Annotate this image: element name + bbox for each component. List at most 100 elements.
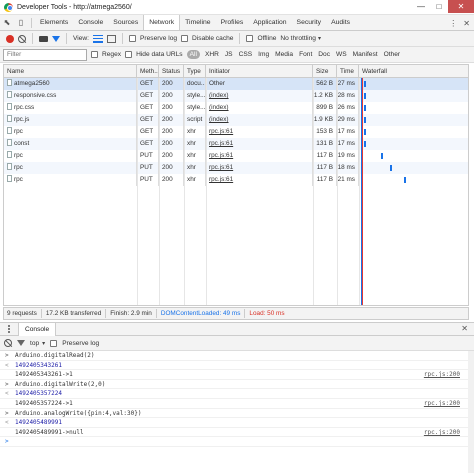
large-rows-icon[interactable] (93, 34, 104, 43)
console-line-log: 1492405357224->1 rpc.js:200 (0, 399, 474, 409)
minimize-button[interactable]: — (412, 0, 430, 13)
tab-profiles[interactable]: Profiles (216, 15, 249, 30)
cell-time: 17 ms (337, 138, 359, 150)
cell-initiator[interactable]: rpc.js:61 (206, 150, 313, 162)
cell-initiator[interactable]: rpc.js:61 (206, 162, 313, 174)
table-row[interactable]: rpc PUT 200 xhr rpc.js:61 117 B 21 ms (4, 174, 468, 186)
table-row[interactable]: rpc.css GET 200 style... (index) 899 B 26 ms (4, 102, 468, 114)
filter-type-media[interactable]: Media (274, 51, 294, 58)
cell-status: 200 (159, 102, 184, 114)
filter-type-css[interactable]: CSS (238, 51, 254, 58)
tab-console[interactable]: Console (73, 15, 108, 30)
device-mode-icon[interactable]: ▯ (14, 16, 28, 30)
filter-type-xhr[interactable]: XHR (204, 51, 220, 58)
cell-initiator[interactable]: rpc.js:61 (206, 126, 313, 138)
cell-initiator[interactable]: (index) (206, 102, 313, 114)
table-row[interactable]: rpc PUT 200 xhr rpc.js:61 117 B 19 ms (4, 150, 468, 162)
column-type[interactable]: Type (184, 65, 206, 78)
inspect-element-icon[interactable]: ⬉ (0, 16, 14, 30)
more-options-icon[interactable]: ⋮ (449, 19, 457, 28)
filter-type-ws[interactable]: WS (335, 51, 348, 58)
clear-icon[interactable] (18, 34, 26, 43)
filter-type-doc[interactable]: Doc (317, 51, 331, 58)
source-link[interactable]: rpc.js:200 (424, 399, 460, 409)
cell-name: responsive.css (4, 90, 137, 102)
disable-cache-checkbox[interactable] (181, 35, 189, 42)
window-title: Developer Tools - http://atmega2560/ (17, 3, 132, 11)
transferred-size: 17.2 KB transferred (45, 310, 102, 317)
tab-sources[interactable]: Sources (108, 15, 143, 30)
tab-application[interactable]: Application (248, 15, 291, 30)
filter-type-all[interactable]: All (186, 50, 200, 59)
console-output[interactable]: > Arduino.digitalRead(2) <1492405343261 149… (0, 351, 474, 473)
file-icon (7, 151, 12, 158)
regex-checkbox[interactable] (91, 51, 98, 58)
divider (359, 78, 360, 305)
tab-timeline[interactable]: Timeline (180, 15, 215, 30)
source-link[interactable]: rpc.js:200 (424, 428, 460, 438)
tab-elements[interactable]: Elements (35, 15, 73, 30)
close-drawer-icon[interactable]: ✕ (461, 324, 468, 333)
context-select[interactable]: top (30, 340, 39, 347)
cell-initiator[interactable]: (index) (206, 114, 313, 126)
tab-audits[interactable]: Audits (326, 15, 355, 30)
cell-initiator[interactable]: (index) (206, 90, 313, 102)
close-devtools-icon[interactable]: ✕ (463, 19, 470, 28)
offline-checkbox[interactable] (246, 35, 254, 42)
table-row[interactable]: const GET 200 xhr rpc.js:61 131 B 17 ms (4, 138, 468, 150)
file-icon (7, 163, 12, 170)
column-initiator[interactable]: Initiator (206, 65, 313, 78)
column-name[interactable]: Name (4, 65, 137, 78)
console-line-prompt: > (0, 437, 474, 447)
waterfall-bar (364, 141, 366, 147)
filter-input[interactable] (3, 48, 87, 61)
record-icon[interactable] (6, 34, 14, 43)
filter-type-js[interactable]: JS (224, 51, 234, 58)
maximize-button[interactable]: □ (430, 0, 448, 13)
close-window-button[interactable]: ✕ (448, 0, 474, 13)
cell-time: 17 ms (337, 126, 359, 138)
divider (122, 33, 124, 44)
preserve-log-checkbox[interactable] (129, 35, 137, 42)
filter-type-other[interactable]: Other (383, 51, 402, 58)
divider (184, 78, 185, 305)
source-link[interactable]: rpc.js:200 (424, 370, 460, 380)
table-row[interactable]: rpc PUT 200 xhr rpc.js:61 117 B 18 ms (4, 162, 468, 174)
hide-data-urls-checkbox[interactable] (125, 51, 133, 58)
table-row[interactable]: responsive.css GET 200 style... (index) 1.2 K… (4, 90, 468, 102)
table-row[interactable]: rpc GET 200 xhr rpc.js:61 153 B 17 ms (4, 126, 468, 138)
table-row[interactable]: atmega2560 GET 200 docu... Other 562 B 27 ms (4, 78, 468, 90)
column-status[interactable]: Status (159, 65, 184, 78)
capture-screenshots-icon[interactable] (39, 35, 48, 42)
column-method[interactable]: Meth... (137, 65, 159, 78)
cell-size: 153 B (313, 126, 337, 138)
requests-table: Name Meth... Status Type Initiator Size … (3, 64, 469, 306)
console-line-log: 1492405343261->1 rpc.js:200 (0, 370, 474, 380)
column-time[interactable]: Time (337, 65, 359, 78)
tab-console-drawer[interactable]: Console (18, 322, 57, 336)
waterfall-bar (404, 177, 406, 183)
console-preserve-log-checkbox[interactable] (50, 339, 58, 347)
column-waterfall[interactable]: Waterfall (359, 65, 468, 78)
drawer-menu-icon[interactable] (4, 322, 14, 336)
cell-initiator[interactable]: rpc.js:61 (206, 174, 313, 186)
clear-console-icon[interactable] (4, 339, 12, 347)
throttling-select[interactable]: No throttling (280, 35, 316, 42)
column-size[interactable]: Size (313, 65, 337, 78)
cell-method: GET (137, 114, 159, 126)
cell-time: 19 ms (337, 150, 359, 162)
tab-security[interactable]: Security (292, 15, 327, 30)
filter-icon[interactable] (52, 35, 60, 42)
filter-type-manifest[interactable]: Manifest (352, 51, 379, 58)
cell-initiator[interactable]: rpc.js:61 (206, 138, 313, 150)
console-scrollbar[interactable] (468, 351, 474, 473)
table-row[interactable]: rpc.js GET 200 script (index) 1.9 KB 29 ms (4, 114, 468, 126)
filter-type-img[interactable]: Img (257, 51, 270, 58)
cell-type: docu... (184, 78, 206, 90)
divider (105, 309, 107, 318)
cell-name: rpc (4, 162, 137, 174)
tab-network[interactable]: Network (143, 15, 181, 30)
overview-icon[interactable] (107, 34, 117, 43)
filter-type-font[interactable]: Font (298, 51, 313, 58)
console-filter-icon[interactable] (17, 340, 25, 346)
